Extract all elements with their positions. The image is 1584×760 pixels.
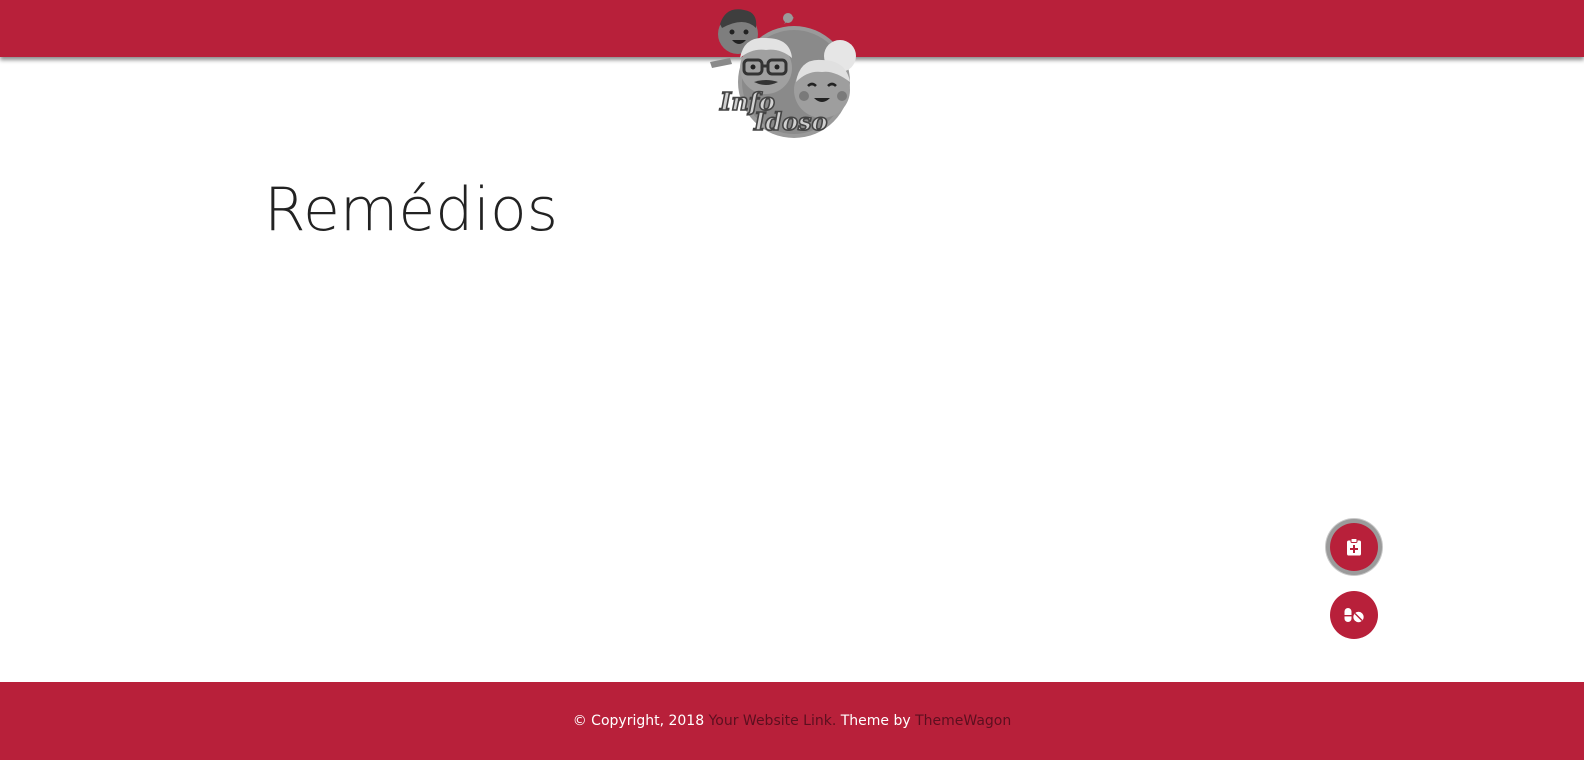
clipboard-medical-icon xyxy=(1347,538,1361,556)
website-link[interactable]: Your Website Link. xyxy=(709,713,837,729)
theme-by-text: Theme by xyxy=(836,713,916,729)
medicines-button[interactable] xyxy=(1330,591,1378,639)
info-idoso-logo-icon: Info Idoso xyxy=(710,9,856,138)
medical-record-button[interactable] xyxy=(1330,523,1378,571)
copyright-text: © Copyright, 2018 xyxy=(572,713,709,729)
footer-credits: © Copyright, 2018 Your Website Link. The… xyxy=(573,713,1012,729)
footer: © Copyright, 2018 Your Website Link. The… xyxy=(0,682,1584,760)
logo-text-line2: Idoso xyxy=(753,107,828,136)
themewagon-link[interactable]: ThemeWagon xyxy=(915,713,1011,729)
page: Info Idoso Remédios © Copyright, 2018 Yo… xyxy=(0,0,1584,760)
page-title: Remédios xyxy=(264,175,558,245)
pills-icon xyxy=(1344,608,1364,623)
info-idoso-logo[interactable]: Info Idoso xyxy=(704,2,866,142)
